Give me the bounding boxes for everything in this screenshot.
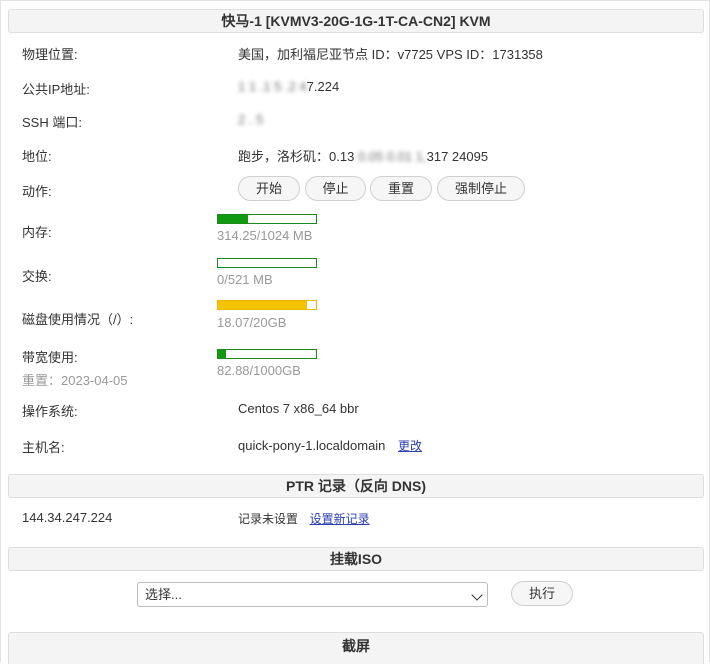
- public-ip-value: 1 1 .1 5 .2 47.224: [238, 79, 339, 94]
- iso-title: 挂载ISO: [8, 547, 704, 571]
- bandwidth-label: 带宽使用:: [22, 350, 78, 365]
- status-value: 跑步，洛杉矶：0.13 0.05 0.01 1,317 24095: [238, 146, 488, 165]
- actions-label: 动作:: [22, 184, 52, 199]
- ptr-set-record-link[interactable]: 设置新记录: [310, 512, 370, 526]
- location-label: 物理位置:: [22, 47, 78, 62]
- bandwidth-bar-fill: [218, 350, 227, 358]
- public-ip-visible: 7.224: [306, 79, 340, 94]
- status-label: 地位:: [22, 149, 52, 164]
- ptr-title: PTR 记录（反向 DNS): [8, 474, 704, 498]
- start-button[interactable]: 开始: [238, 176, 300, 201]
- screenshot-title: 截屏: [8, 632, 704, 664]
- reset-button[interactable]: 重置: [370, 176, 432, 201]
- hostname-change-link[interactable]: 更改: [398, 439, 422, 453]
- ssh-port-label: SSH 端口:: [22, 115, 82, 130]
- hostname-value-group: quick-pony-1.localdomain 更改: [238, 437, 422, 454]
- hostname-value: quick-pony-1.localdomain: [238, 438, 386, 453]
- status-text: 跑步，洛杉矶：0.13: [238, 149, 355, 164]
- force-stop-button[interactable]: 强制停止: [437, 176, 525, 201]
- location-value: 美国，加利福尼亚节点 ID：v7725 VPS ID：1731358: [238, 47, 543, 62]
- ptr-status-group: 记录未设置 设置新记录: [238, 510, 370, 527]
- disk-bar: [217, 300, 317, 310]
- memory-bar-fill: [218, 215, 249, 223]
- iso-select-value: 选择...: [145, 587, 182, 602]
- status-tail: 317 24095: [426, 149, 489, 164]
- iso-select[interactable]: 选择...: [137, 582, 488, 607]
- panel-title: 快马-1 [KVMV3-20G-1G-1T-CA-CN2] KVM: [8, 9, 704, 33]
- ptr-ip: 144.34.247.224: [22, 510, 113, 525]
- status-masked: 0.05 0.01 1,: [357, 149, 427, 164]
- os-label: 操作系统:: [22, 404, 78, 419]
- memory-label: 内存:: [22, 225, 52, 240]
- swap-bar: [217, 258, 317, 268]
- bandwidth-bar: [217, 349, 317, 359]
- disk-label: 磁盘使用情况（/）:: [22, 312, 134, 327]
- memory-value: 314.25/1024 MB: [217, 228, 313, 243]
- execute-button[interactable]: 执行: [511, 581, 573, 606]
- swap-label: 交换:: [22, 269, 52, 284]
- disk-bar-fill: [218, 301, 307, 309]
- ptr-status: 记录未设置: [238, 512, 299, 526]
- vps-panel: 快马-1 [KVMV3-20G-1G-1T-CA-CN2] KVM 物理位置: …: [0, 0, 710, 664]
- chevron-down-icon: [471, 589, 483, 601]
- stop-button[interactable]: 停止: [305, 176, 366, 201]
- swap-value: 0/521 MB: [217, 272, 273, 287]
- bandwidth-label-group: 带宽使用: 重置：2023-04-05: [22, 347, 128, 389]
- hostname-label: 主机名:: [22, 440, 65, 455]
- bandwidth-value: 82.88/1000GB: [217, 363, 301, 378]
- ssh-port-masked: 2 . 5: [238, 112, 264, 127]
- public-ip-masked: 1 1 .1 5 .2 4: [238, 79, 307, 94]
- ssh-port-value: 2 . 5: [238, 112, 263, 127]
- memory-bar: [217, 214, 317, 224]
- public-ip-label: 公共IP地址:: [22, 82, 90, 97]
- disk-value: 18.07/20GB: [217, 315, 287, 330]
- bandwidth-reset-date: 重置：2023-04-05: [22, 373, 128, 388]
- os-value: Centos 7 x86_64 bbr: [238, 401, 359, 416]
